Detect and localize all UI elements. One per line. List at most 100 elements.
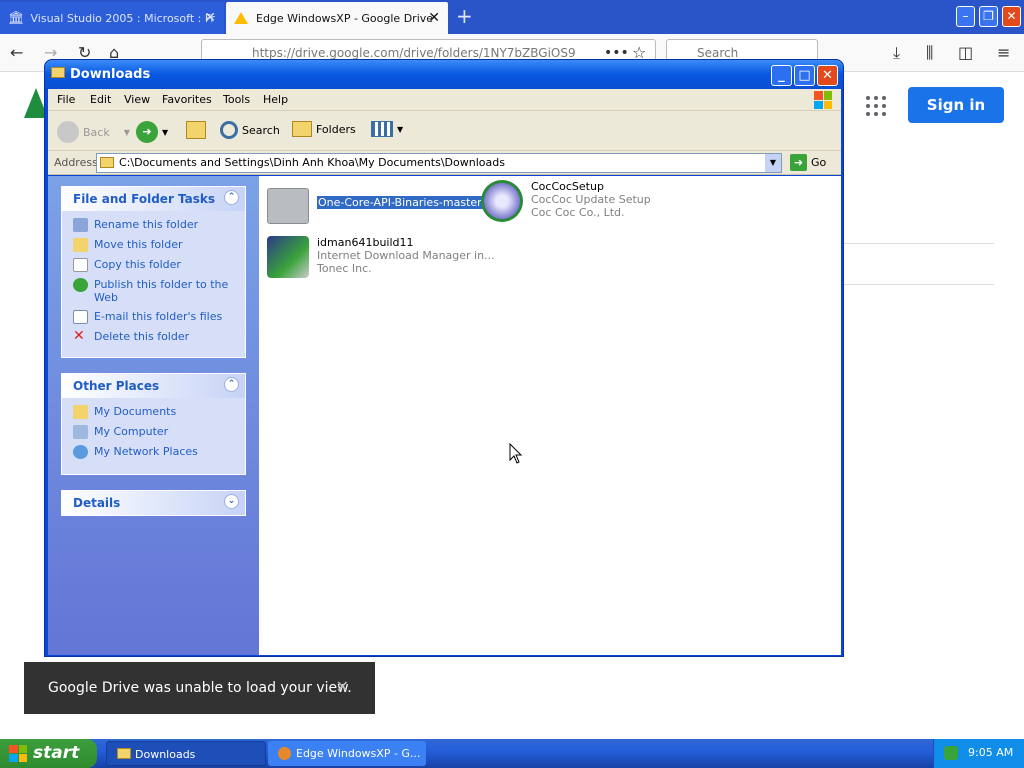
tab-google-drive[interactable]: Edge WindowsXP - Google Drive ✕ [226,2,448,34]
download-icon[interactable]: ⤓ [893,43,900,63]
my-documents-icon [73,405,88,419]
forward-arrow-icon: ➜ [136,121,158,143]
taskbar-item-firefox[interactable]: Edge WindowsXP - G... [268,741,426,766]
menu-favorites[interactable]: Favorites [162,93,212,106]
back-button[interactable]: Back ▼ [57,121,130,143]
back-arrow-icon[interactable]: ← [10,43,23,62]
expand-chevron-icon[interactable]: ⌄ [224,494,239,509]
chevron-down-icon[interactable]: ▼ [765,154,781,172]
address-text: C:\Documents and Settings\Dinh Anh Khoa\… [119,156,505,169]
address-field[interactable]: C:\Documents and Settings\Dinh Anh Khoa\… [96,153,782,173]
folders-icon [292,121,312,137]
library-icon[interactable]: ⫼ [926,43,933,63]
forward-button[interactable]: ➜ ▼ [136,121,168,143]
system-tray: 9:05 AM [933,739,1024,768]
collapse-chevron-icon[interactable]: ⌃ [224,377,239,392]
menu-help[interactable]: Help [263,93,288,106]
folder-icon [117,748,131,759]
file-list: One-Core-API-Binaries-master CocCocSetup… [259,176,841,655]
file-item-coccocsetup[interactable]: CocCocSetup CocCoc Update Setup Coc Coc … [481,180,651,222]
link-label: Delete this folder [94,330,190,343]
taskbar-item-downloads[interactable]: Downloads [106,741,266,766]
taskbar: start Downloads Edge WindowsXP - G... 9:… [0,739,1024,768]
start-button[interactable]: start [0,739,97,768]
close-window-icon[interactable]: ✕ [1002,6,1021,27]
search-button[interactable]: Search [220,121,280,139]
go-button[interactable]: ➜ Go [790,154,826,171]
panel-header[interactable]: Details ⌄ [62,491,245,515]
browser-tab-strip: 🏛 Visual Studio 2005 : Microsoft : Fr ✕ … [0,0,1024,34]
file-name: One-Core-API-Binaries-master [317,196,483,209]
file-name: idman641build11 [317,236,414,249]
delete-folder-link[interactable]: ✕ Delete this folder [62,327,245,347]
clock: 9:05 AM [968,746,1014,759]
file-item-folder[interactable]: One-Core-API-Binaries-master [267,184,483,224]
views-button[interactable]: ▼ [371,121,403,137]
toast-message: Google Drive was unable to load your vie… [48,680,352,696]
windows-logo-icon [814,91,832,109]
address-label: Address [54,156,98,169]
explorer-title-bar[interactable]: Downloads _ □ ✕ [45,60,843,89]
menu-hamburger-icon[interactable]: ≡ [997,43,1010,62]
chevron-down-icon: ▼ [162,127,169,137]
folder-icon [100,157,114,168]
file-company: Coc Coc Co., Ltd. [531,206,625,219]
close-tab-icon[interactable]: ✕ [204,10,216,26]
publish-folder-link[interactable]: Publish this folder to the Web [62,275,245,307]
search-label: Search [242,123,280,137]
url-text: https://drive.google.com/drive/folders/1… [252,46,576,60]
up-folder-icon [186,121,206,139]
panel-header[interactable]: File and Folder Tasks ⌃ [62,187,245,211]
link-label: My Documents [94,405,177,418]
divider [844,284,994,285]
google-drive-icon [234,12,248,24]
menu-file[interactable]: File [57,93,75,106]
sidebar-icon[interactable]: ◫ [958,43,973,62]
close-icon[interactable]: ✕ [336,677,349,696]
close-tab-icon[interactable]: ✕ [428,10,440,26]
google-apps-icon[interactable] [866,96,886,116]
panel-header[interactable]: Other Places ⌃ [62,374,245,398]
rename-folder-link[interactable]: Rename this folder [62,215,245,235]
divider [844,243,994,244]
task-label: Edge WindowsXP - G... [296,747,421,760]
close-icon[interactable]: ✕ [817,65,838,86]
details-panel: Details ⌄ [61,490,246,516]
menu-view[interactable]: View [124,93,150,106]
museum-icon: 🏛 [8,10,25,26]
restore-icon[interactable]: ❐ [979,6,998,27]
tab-visual-studio[interactable]: 🏛 Visual Studio 2005 : Microsoft : Fr ✕ [0,2,224,34]
collapse-chevron-icon[interactable]: ⌃ [224,190,239,205]
error-toast: Google Drive was unable to load your vie… [24,662,375,714]
menu-tools[interactable]: Tools [223,93,250,106]
maximize-icon[interactable]: □ [794,65,815,86]
up-folder-button[interactable] [186,121,206,139]
network-places-link[interactable]: My Network Places [62,442,245,462]
sign-in-button[interactable]: Sign in [908,87,1004,123]
back-label: Back [83,125,110,139]
link-label: Rename this folder [94,218,199,231]
move-folder-link[interactable]: Move this folder [62,235,245,255]
file-item-idman[interactable]: idman641build11 Internet Download Manage… [267,236,495,278]
file-company: Tonec Inc. [317,262,372,275]
copy-folder-link[interactable]: Copy this folder [62,255,245,275]
my-documents-link[interactable]: My Documents [62,402,245,422]
idm-installer-icon [267,236,309,278]
link-label: E-mail this folder's files [94,310,223,323]
network-tray-icon[interactable] [944,746,958,760]
tab-label: Visual Studio 2005 : Microsoft : Fr [30,11,215,25]
minimize-icon[interactable]: – [956,6,975,27]
tab-label: Edge WindowsXP - Google Drive [256,11,434,25]
folder-icon [267,188,309,224]
folder-icon [51,67,65,78]
chevron-down-icon: ▼ [397,124,404,134]
my-computer-link[interactable]: My Computer [62,422,245,442]
new-tab-icon[interactable]: + [456,4,473,28]
minimize-icon[interactable]: _ [771,65,792,86]
link-label: Publish this folder to the Web [94,278,229,304]
menu-edit[interactable]: Edit [90,93,111,106]
link-label: Copy this folder [94,258,181,271]
email-files-link[interactable]: E-mail this folder's files [62,307,245,327]
start-label: start [33,743,80,763]
folders-button[interactable]: Folders [292,121,356,137]
